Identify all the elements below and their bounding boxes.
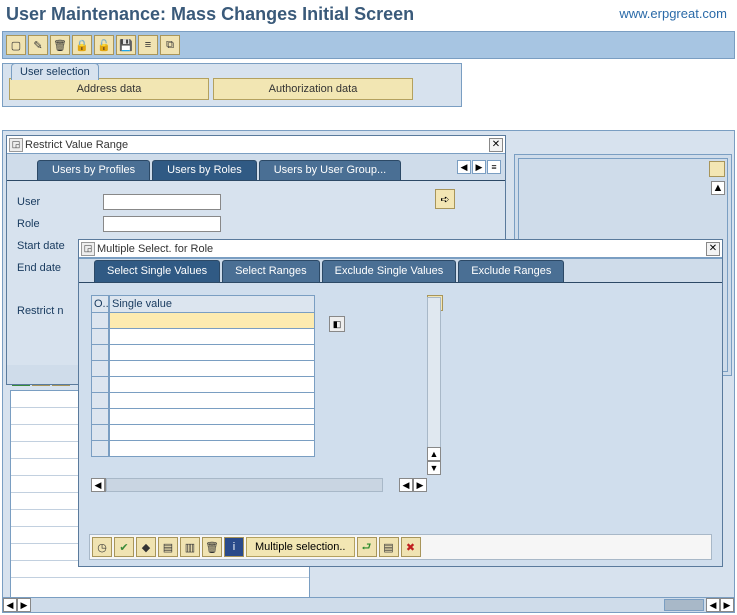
single-values-grid: O.. Single value	[91, 295, 421, 457]
cancel-icon[interactable]: ✖	[401, 537, 421, 557]
grid-hscroll[interactable]: ◀ ▶ ◀ ▶	[91, 478, 427, 492]
check-icon[interactable]: ✔	[114, 537, 134, 557]
table-row[interactable]	[91, 441, 421, 457]
dialog-icon: ◲	[81, 242, 95, 256]
dialog2-titlebar: ◲Multiple Select. for Role ✕	[79, 240, 722, 258]
multiple-select-dialog: ◲Multiple Select. for Role ✕ Select Sing…	[78, 239, 723, 567]
multi-bottom-toolbar: ◷ ✔ ◆ ▤ ▥ 🗑 i Multiple selection.. ⮐ ▤ ✖	[89, 534, 712, 560]
role-input[interactable]	[103, 216, 221, 232]
app-toolbar: ▢ ✎ 🗑 🔒 🔓 💾 ≡ ⧉	[2, 31, 735, 59]
tab-next-icon[interactable]: ▶	[472, 160, 486, 174]
tab-users-by-user-group[interactable]: Users by User Group...	[259, 160, 401, 180]
info-icon[interactable]: i	[224, 537, 244, 557]
table-row[interactable]	[91, 361, 421, 377]
tab-select-single-values[interactable]: Select Single Values	[94, 260, 220, 282]
tab-select-ranges[interactable]: Select Ranges	[222, 260, 320, 282]
multiple-selection-button[interactable]: Multiple selection..	[246, 537, 355, 557]
lock-icon[interactable]: 🔒	[72, 35, 92, 55]
insert-row-icon[interactable]: ▤	[158, 537, 178, 557]
tab-exclude-single-values[interactable]: Exclude Single Values	[322, 260, 457, 282]
trash-icon[interactable]: 🗑	[202, 537, 222, 557]
scroll-left-icon[interactable]: ◀	[399, 478, 413, 492]
user-input[interactable]	[103, 194, 221, 210]
dialog-title-text: Restrict Value Range	[25, 139, 128, 151]
table-row[interactable]	[91, 329, 421, 345]
scroll-left-icon[interactable]: ◀	[706, 598, 720, 612]
dialog-titlebar: ◲Restrict Value Range ✕	[7, 136, 505, 154]
user-label: User	[17, 196, 103, 208]
list-icon[interactable]: ≡	[138, 35, 158, 55]
save-icon[interactable]: 💾	[116, 35, 136, 55]
close-icon[interactable]: ✕	[489, 138, 503, 152]
role-label: Role	[17, 218, 103, 230]
dialog-icon: ◲	[9, 138, 23, 152]
new-icon[interactable]: ▢	[6, 35, 26, 55]
scroll-down-icon[interactable]: ▼	[427, 461, 441, 475]
tab-users-by-profiles[interactable]: Users by Profiles	[37, 160, 150, 180]
scroll-left-icon[interactable]: ◀	[91, 478, 105, 492]
table-row[interactable]	[91, 313, 421, 329]
search-help-icon[interactable]: ◆	[136, 537, 156, 557]
grid-vscroll[interactable]: ▲ ▼	[427, 297, 441, 475]
dialog2-title-text: Multiple Select. for Role	[97, 243, 213, 255]
form-icon[interactable]: ⧉	[160, 35, 180, 55]
edit-icon[interactable]: ✎	[28, 35, 48, 55]
grid-zone: O.. Single value ◧ ▲ ▼ ◀ ▶	[79, 282, 722, 502]
table-row[interactable]	[91, 409, 421, 425]
tab-prev-icon[interactable]: ◀	[457, 160, 471, 174]
tab-exclude-ranges[interactable]: Exclude Ranges	[458, 260, 564, 282]
table-row[interactable]	[91, 345, 421, 361]
address-data-button[interactable]: Address data	[9, 78, 209, 100]
restrict-tabstrip: Users by Profiles Users by Roles Users b…	[7, 158, 505, 180]
group-legend: User selection	[11, 63, 99, 80]
multiple-selection-icon[interactable]: ➪	[435, 189, 455, 209]
value-help-icon[interactable]: ◧	[329, 316, 345, 332]
tab-list-icon[interactable]: ≡	[487, 160, 501, 174]
scroll-up-icon[interactable]: ▲	[711, 181, 725, 195]
clipboard-icon[interactable]: ▤	[379, 537, 399, 557]
user-selection-group: User selection Address data Authorizatio…	[2, 63, 462, 107]
clock-icon[interactable]: ◷	[92, 537, 112, 557]
col-single-value[interactable]: Single value	[109, 295, 315, 313]
close-icon[interactable]: ✕	[706, 242, 720, 256]
scroll-right-icon[interactable]: ▶	[17, 598, 31, 612]
tab-users-by-roles[interactable]: Users by Roles	[152, 160, 257, 180]
scroll-right-icon[interactable]: ▶	[720, 598, 734, 612]
scroll-up-icon[interactable]: ▲	[427, 447, 441, 461]
import-icon[interactable]: ⮐	[357, 537, 377, 557]
authorization-data-button[interactable]: Authorization data	[213, 78, 413, 100]
delete-row-icon[interactable]: ▥	[180, 537, 200, 557]
table-row[interactable]	[91, 393, 421, 409]
col-option[interactable]: O..	[91, 295, 109, 313]
scroll-right-icon[interactable]: ▶	[413, 478, 427, 492]
config-icon[interactable]	[709, 161, 725, 177]
table-row[interactable]	[91, 425, 421, 441]
unlock-icon[interactable]: 🔓	[94, 35, 114, 55]
watermark-link[interactable]: www.erpgreat.com	[619, 6, 727, 21]
delete-icon[interactable]: 🗑	[50, 35, 70, 55]
table-row[interactable]	[91, 377, 421, 393]
page-hscroll[interactable]: ◀ ▶ ◀ ▶	[2, 597, 735, 613]
scroll-left-icon[interactable]: ◀	[3, 598, 17, 612]
multi-tabstrip: Select Single Values Select Ranges Exclu…	[79, 258, 722, 282]
